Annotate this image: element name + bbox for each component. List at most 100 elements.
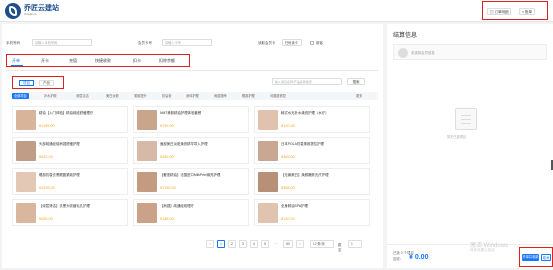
tab-billing[interactable]: 开单 (12, 58, 20, 64)
cancel-button[interactable]: 取消 (541, 254, 551, 261)
phone-input[interactable]: 请输入手机号码 (32, 39, 92, 46)
top-bar: 乔匠云建站 xmsqk.cn ▤ 订单明细 ≡ 账单 (0, 0, 553, 22)
product-thumbnail (137, 141, 157, 161)
order-detail-button[interactable]: ▤ 订单明细 (487, 8, 512, 15)
tab-open-card[interactable]: 开卡 (41, 58, 49, 64)
product-price: ¥188.00 (160, 217, 174, 221)
tab-deduct-card[interactable]: 扣卡 (133, 58, 141, 64)
prev-page-button[interactable]: ‹ (206, 240, 214, 248)
goto-page-input[interactable]: 1 (348, 240, 362, 248)
product-price: ¥165.00 (160, 155, 174, 159)
product-card[interactable]: 韩式水光补水焕亮护理（水疗） ¥120.00 (254, 106, 370, 133)
tab-deduct-balance[interactable]: 扣除余额 (159, 58, 175, 64)
read-card-label: 读取会员卡 (258, 41, 276, 45)
product-card[interactable]: 【无痛美白】焕颜嫩肤光疗护理 ¥358.00 (254, 168, 370, 195)
product-card[interactable]: 面部美白淡斑焕亮精华导入护理 ¥165.00 (133, 137, 249, 164)
top-actions-group: ▤ 订单明细 ≡ 账单 (482, 1, 548, 20)
tab-recharge[interactable]: 充值 (69, 58, 77, 64)
product-name: 眼部抗衰去黑眼圈紧致护理 (39, 173, 80, 177)
category-item[interactable]: 抗衰老 (162, 93, 172, 99)
product-card[interactable]: NMT美肤精油护理体验套餐 ¥799.00 (133, 106, 249, 133)
product-price: ¥120.00 (281, 124, 295, 128)
operation-tabs: 开单 开卡 充值 快捷收款 扣卡 扣除余额 (6, 54, 190, 67)
category-item[interactable]: 补水护肤 (44, 93, 57, 99)
avatar-icon (398, 48, 408, 58)
category-more[interactable]: 更多 (356, 93, 362, 99)
page-size-select[interactable]: 12 条/页 (310, 240, 334, 248)
new-customer-checkbox[interactable] (310, 40, 314, 45)
product-name: 【奢宠精油】法国进口MilkPeel焕亮护理 (160, 173, 221, 177)
product-price: ¥1199.00 (39, 124, 55, 128)
product-thumbnail (137, 203, 157, 223)
product-card[interactable]: 头部疏通经络肩颈舒缓护理 ¥420.00 (12, 137, 128, 164)
page-button[interactable]: 3 (239, 240, 247, 248)
category-item[interactable]: 紧致提升 (134, 93, 147, 99)
settle-button[interactable]: 开单并收款 (522, 254, 539, 261)
card-label: 会员卡号 (138, 41, 152, 45)
goto-label: 跳至 (338, 243, 342, 252)
member-selector[interactable]: 未选择会员信息 (393, 44, 547, 60)
product-price: ¥358.00 (281, 186, 295, 190)
page-button[interactable]: 4 (250, 240, 258, 248)
product-thumbnail (258, 110, 278, 130)
total-label: 应收： (393, 257, 404, 261)
active-tab-indicator (11, 65, 23, 66)
member-placeholder: 未选择会员信息 (411, 51, 435, 55)
category-item[interactable]: 全部项目 (12, 93, 29, 99)
product-name: 【深层清洁】去黑头收缩毛孔护理 (39, 204, 90, 208)
item-type-switch: 项目 产品 (12, 76, 64, 89)
search-button[interactable]: 搜索 (347, 78, 365, 85)
product-card[interactable]: 【肩颈】疏通经络理疗 ¥188.00 (133, 199, 249, 226)
product-price: ¥799.00 (160, 124, 174, 128)
next-page-button[interactable]: › (296, 240, 304, 248)
total-amount: ¥ 0.00 (409, 254, 429, 261)
page-button[interactable]: 1 (217, 240, 225, 248)
product-name: 全身精油SPA护理 (281, 204, 308, 208)
product-price: ¥120.00 (281, 217, 295, 221)
category-item[interactable]: 问题肌修复 (270, 93, 286, 99)
category-item[interactable]: 身体护理 (186, 93, 199, 99)
segment-projects[interactable]: 项目 (19, 80, 34, 86)
product-card[interactable]: 眼部抗衰去黑眼圈紧致护理 ¥1299.00 (12, 168, 128, 195)
logo-icon (5, 3, 21, 19)
product-price: ¥420.00 (39, 155, 53, 159)
product-name: 面部美白淡斑焕亮精华导入护理 (160, 142, 208, 146)
category-item[interactable]: 眼部护理 (242, 93, 255, 99)
settlement-panel: 结算信息 未选择会员信息 暂无已选项目 (387, 24, 553, 268)
product-thumbnail (16, 141, 36, 161)
product-name: 头部疏通经络肩颈舒缓护理 (39, 142, 80, 146)
read-card-button[interactable]: 扫码读卡 (282, 39, 302, 46)
category-bar: 全部项目 补水护肤 深层清洁 美白淡斑 紧致提升 抗衰老 身体护理 肩颈按摩 眼… (10, 92, 378, 100)
page-button[interactable]: 2 (228, 240, 236, 248)
empty-text: 暂无已选项目 (447, 135, 467, 139)
product-thumbnail (16, 110, 36, 130)
category-item[interactable]: 美白淡斑 (106, 93, 119, 99)
page-button[interactable]: 5 (261, 240, 269, 248)
new-customer-label: 新客 (316, 41, 323, 45)
category-item[interactable]: 肩颈按摩 (214, 93, 227, 99)
product-thumbnail (16, 203, 36, 223)
product-card[interactable]: 全身精油SPA护理 ¥120.00 (254, 199, 370, 226)
card-input[interactable]: 请输入卡号 (162, 39, 212, 46)
product-card[interactable]: 【奢宠精油】法国进口MilkPeel焕亮护理 ¥1780.00 (133, 168, 249, 195)
segment-products[interactable]: 产品 (39, 80, 54, 86)
category-item[interactable]: 深层清洁 (76, 93, 89, 99)
product-name: 【无痛美白】焕颜嫩肤光疗护理 (281, 173, 329, 177)
activation-watermark-sub: 转到设置以激活 (470, 248, 495, 252)
main-panel: 手机号码 请输入手机号码 会员卡号 请输入卡号 读取会员卡 扫码读卡 新客 开单… (2, 24, 383, 268)
product-name: 【肩颈】疏通经络理疗 (160, 204, 194, 208)
settlement-title: 结算信息 (393, 33, 418, 39)
tab-quick-pay[interactable]: 快捷收款 (95, 58, 111, 64)
product-card[interactable]: 【深层清洁】去黑头收缩毛孔护理 ¥265.00 (12, 199, 128, 226)
product-thumbnail (137, 110, 157, 130)
empty-list-icon (455, 108, 477, 130)
product-name: 韩式水光补水焕亮护理（水疗） (281, 111, 329, 115)
page-button[interactable]: 50 (283, 240, 293, 248)
member-filter-row: 手机号码 请输入手机号码 会员卡号 请输入卡号 读取会员卡 扫码读卡 新客 (6, 39, 366, 47)
product-search-input[interactable]: 输入项目名称/产品名称搜索 (272, 78, 342, 85)
product-card[interactable]: 日本POLA抗衰紧致提拉护理 ¥465.00 (254, 137, 370, 164)
bill-button[interactable]: ≡ 账单 (519, 8, 536, 15)
product-name: NMT美肤精油护理体验套餐 (160, 111, 202, 115)
product-thumbnail (137, 172, 157, 192)
product-card[interactable]: 精油【入门体验】精油疏经舒缓理疗 ¥1199.00 (12, 106, 128, 133)
